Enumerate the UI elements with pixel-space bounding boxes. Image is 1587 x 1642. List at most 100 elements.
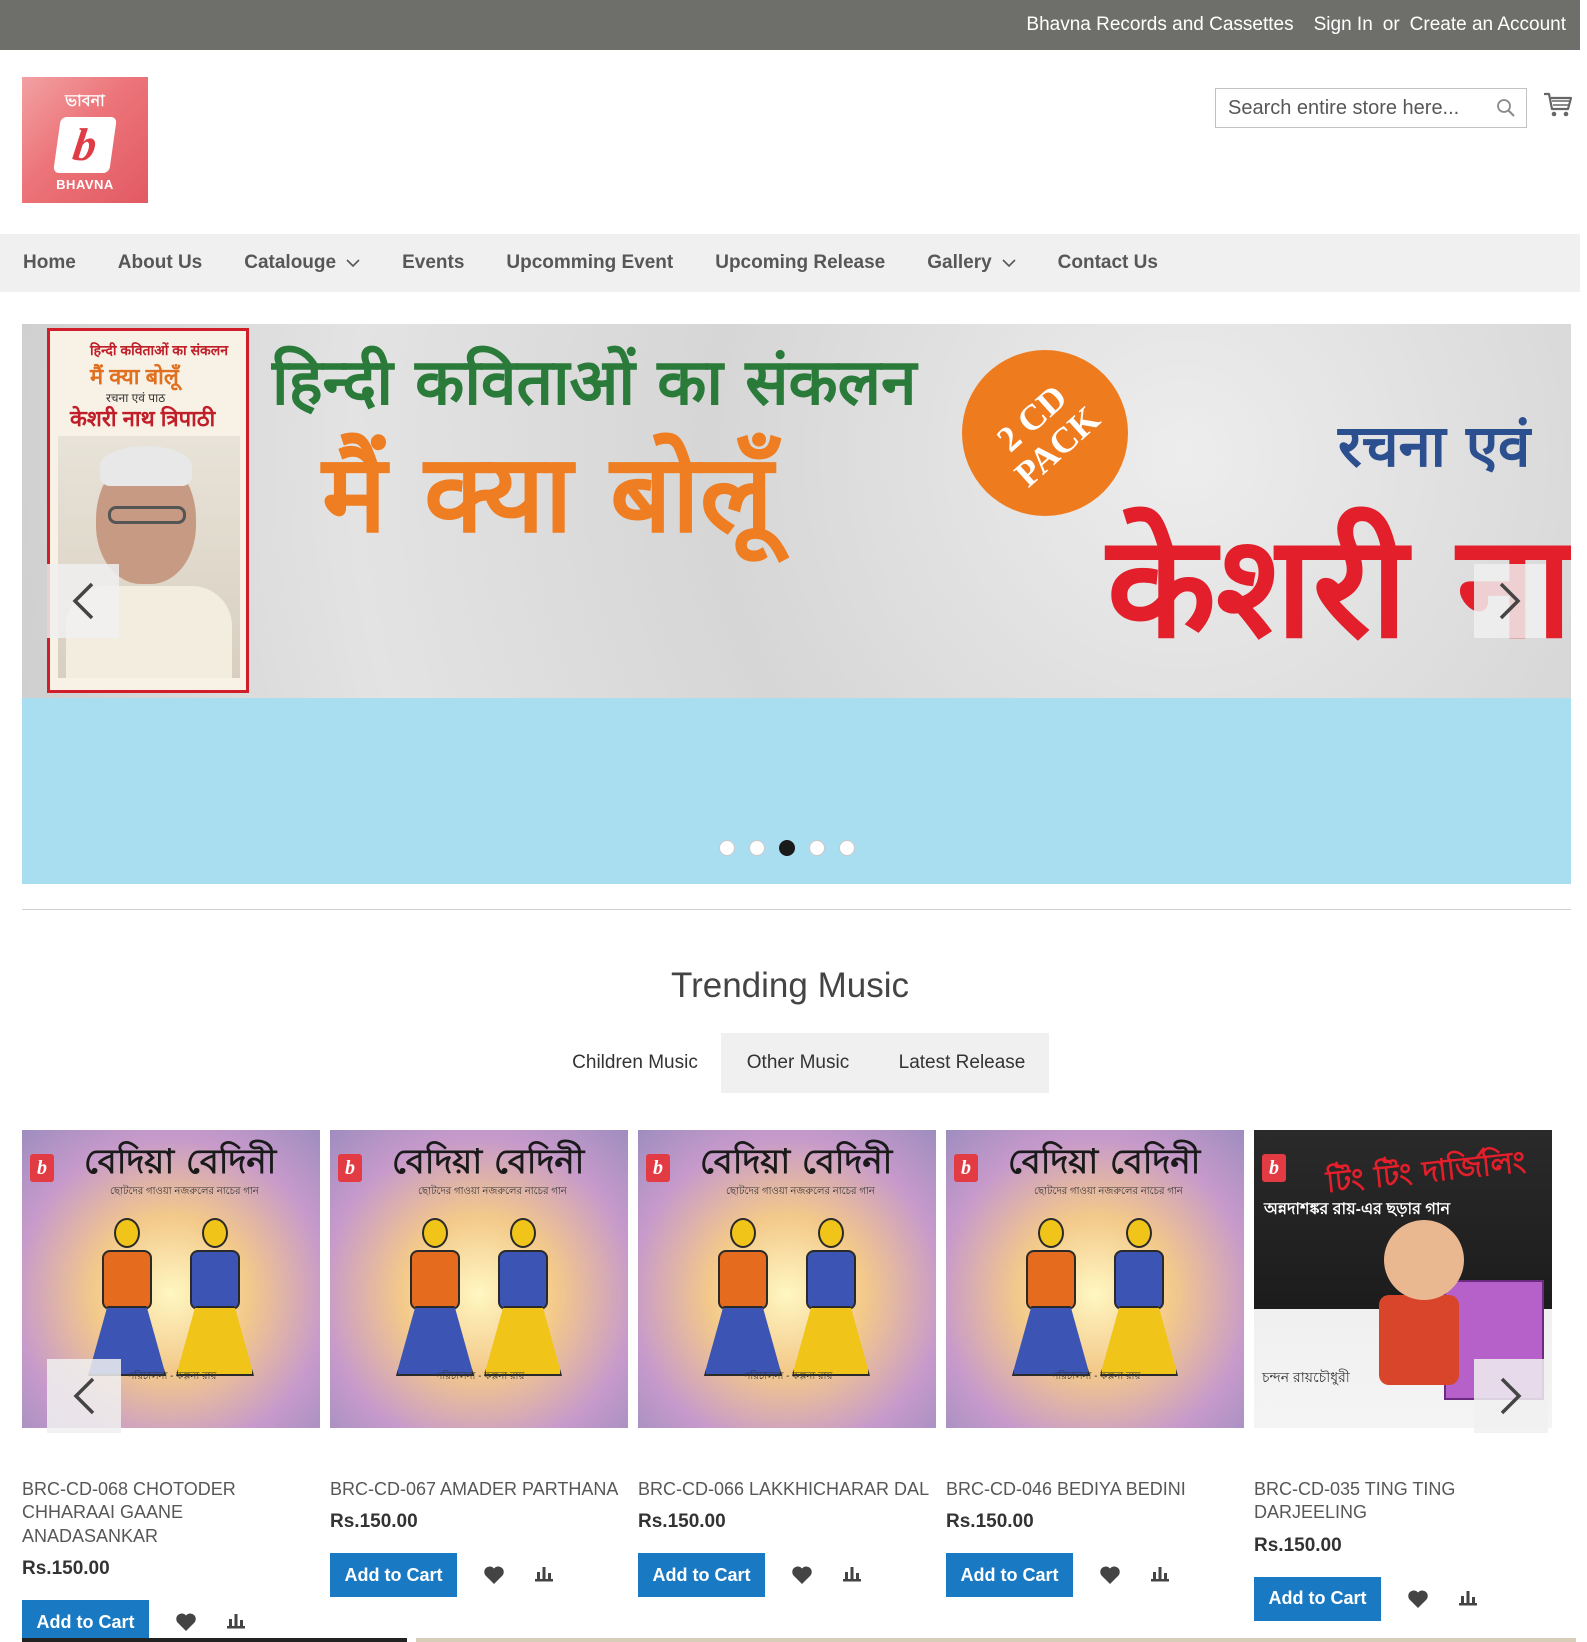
- store-logo[interactable]: ভাবনা b BHAVNA: [22, 77, 148, 203]
- nav-item-upcoming-release[interactable]: Upcoming Release: [715, 252, 885, 274]
- slider-prev-button[interactable]: [47, 564, 119, 638]
- portrait-glasses: [108, 506, 186, 524]
- nav-item-home[interactable]: Home: [23, 252, 76, 274]
- cart-icon[interactable]: [1543, 91, 1573, 119]
- product-image[interactable]: b বেদিয়া বেদিনী ছোটদের গাওয়া নজরুলের ন…: [946, 1130, 1244, 1428]
- chevron-right-icon: [1500, 1377, 1522, 1415]
- product-image[interactable]: b বেদিয়া বেদিনী ছোটদের গাওয়া নজরুলের ন…: [638, 1130, 936, 1428]
- product-name[interactable]: BRC-CD-068 CHOTODER CHHARAAI GAANE ANADA…: [22, 1478, 320, 1548]
- logo-text: BHAVNA: [56, 177, 114, 192]
- compare-icon[interactable]: [1455, 1587, 1481, 1611]
- heart-icon[interactable]: [173, 1610, 199, 1634]
- create-account-link[interactable]: Create an Account: [1410, 14, 1566, 36]
- tab-other-music[interactable]: Other Music: [721, 1033, 875, 1093]
- nav-item-catalouge[interactable]: Catalouge: [244, 252, 360, 274]
- products-prev-button[interactable]: [47, 1359, 121, 1433]
- cover-text-line: हिन्दी कविताओं का संकलन: [90, 342, 229, 358]
- nav-item-label: Catalouge: [244, 252, 337, 273]
- heart-icon[interactable]: [1405, 1587, 1431, 1611]
- welcome-message: Bhavna Records and Cassettes: [1026, 14, 1294, 35]
- section-divider: [22, 909, 1571, 910]
- products-next-button[interactable]: [1474, 1359, 1548, 1433]
- chevron-down-icon: [1002, 258, 1016, 267]
- slider-dot[interactable]: [719, 840, 735, 856]
- heart-icon[interactable]: [1097, 1563, 1123, 1587]
- nav-item-about-us[interactable]: About Us: [118, 252, 202, 274]
- product-price: Rs.150.00: [638, 1511, 726, 1533]
- product-price: Rs.150.00: [1254, 1534, 1342, 1556]
- slider-next-button[interactable]: [1474, 564, 1546, 638]
- product-card: b বেদিয়া বেদিনী ছোটদের গাওয়া নজরুলের ন…: [638, 1130, 936, 1598]
- cover-logo: b: [30, 1154, 54, 1182]
- banner-lower-band: [22, 698, 1571, 884]
- cover-credits: চন্দন রায়চৌধুরী: [1262, 1369, 1350, 1385]
- cover-subtitle: ছোটদের গাওয়া নজরুলের নাচের গান: [1034, 1186, 1183, 1197]
- chevron-right-icon: [1499, 582, 1521, 620]
- product-name[interactable]: BRC-CD-066 LAKKHICHARAR DAL: [638, 1478, 936, 1501]
- nav-item-gallery[interactable]: Gallery: [927, 252, 1016, 274]
- or-separator: or: [1382, 14, 1400, 35]
- banner-slide-image[interactable]: हिन्दी कविताओं का संकलन मैं क्या बोलूँ र…: [22, 324, 1571, 698]
- nav-item-label: Home: [23, 252, 76, 273]
- add-to-cart-button[interactable]: Add to Cart: [638, 1553, 765, 1598]
- nav-item-label: Contact Us: [1057, 252, 1158, 273]
- banner-headline: हिन्दी कविताओं का संकलन: [272, 346, 917, 420]
- cover-credits: পরিচালনা - কল্পনা রায়: [1051, 1371, 1141, 1382]
- product-name[interactable]: BRC-CD-046 BEDIYA BEDINI: [946, 1478, 1244, 1501]
- bottom-strip: [22, 1638, 407, 1642]
- heart-icon[interactable]: [481, 1563, 507, 1587]
- cover-logo: b: [1262, 1154, 1286, 1182]
- sign-in-link[interactable]: Sign In: [1314, 14, 1373, 36]
- nav-item-contact-us[interactable]: Contact Us: [1058, 252, 1158, 274]
- nav-item-upcomming-event[interactable]: Upcomming Event: [506, 252, 673, 274]
- banner-slider: हिन्दी कविताओं का संकलन मैं क्या बोलूँ र…: [22, 324, 1571, 884]
- cover-logo: b: [338, 1154, 362, 1182]
- badge-label: 2 CD PACK: [989, 376, 1108, 495]
- nav-item-label: Upcomming Event: [506, 252, 674, 273]
- nav-item-label: Upcoming Release: [715, 252, 886, 273]
- product-actions: Add to Cart: [1254, 1576, 1552, 1621]
- product-price: Rs.150.00: [946, 1511, 1034, 1533]
- search-icon[interactable]: [1493, 93, 1518, 123]
- nav-item-label: About Us: [117, 252, 203, 273]
- header-links: Bhavna Records and Cassettes Sign In or …: [1026, 0, 1566, 50]
- slider-dot[interactable]: [839, 840, 855, 856]
- product-name[interactable]: BRC-CD-035 TING TING DARJEELING: [1254, 1478, 1552, 1525]
- product-name[interactable]: BRC-CD-067 AMADER PARTHANA: [330, 1478, 628, 1501]
- compare-icon[interactable]: [1147, 1563, 1173, 1587]
- section-title: Trending Music: [671, 966, 909, 1005]
- add-to-cart-button[interactable]: Add to Cart: [1254, 1576, 1381, 1621]
- product-price: Rs.150.00: [330, 1511, 418, 1533]
- cover-subtitle: ছোটদের গাওয়া নজরুলের নাচের গান: [726, 1186, 875, 1197]
- music-tabs: Children Music Other Music Latest Releas…: [549, 1033, 1049, 1093]
- cover-text-line: मैं क्या बोलूँ: [90, 364, 179, 389]
- slider-dots: [719, 840, 855, 856]
- bottom-strip: [416, 1638, 1576, 1642]
- tab-children-music[interactable]: Children Music: [549, 1033, 721, 1093]
- chevron-left-icon: [72, 582, 94, 620]
- cover-logo: b: [646, 1154, 670, 1182]
- add-to-cart-button[interactable]: Add to Cart: [22, 1600, 149, 1642]
- heart-icon[interactable]: [789, 1563, 815, 1587]
- slider-dot[interactable]: [809, 840, 825, 856]
- product-actions: Add to Cart: [638, 1553, 936, 1598]
- search-input[interactable]: [1216, 89, 1493, 127]
- slider-dot-active[interactable]: [779, 840, 795, 856]
- top-panel: Bhavna Records and Cassettes Sign In or …: [0, 0, 1580, 50]
- product-card: b বেদিয়া বেদিনী ছোটদের গাওয়া নজরুলের ন…: [946, 1130, 1244, 1598]
- product-image[interactable]: b বেদিয়া বেদিনী ছোটদের গাওয়া নজরুলের ন…: [330, 1130, 628, 1428]
- compare-icon[interactable]: [839, 1563, 865, 1587]
- add-to-cart-button[interactable]: Add to Cart: [330, 1553, 457, 1598]
- character-head: [1384, 1220, 1464, 1300]
- tab-latest-release[interactable]: Latest Release: [875, 1033, 1049, 1093]
- logo-bengali-text: ভাবনা: [65, 93, 105, 110]
- compare-icon[interactable]: [531, 1563, 557, 1587]
- nav-item-label: Events: [402, 252, 465, 273]
- banner-album-cover: हिन्दी कविताओं का संकलन मैं क्या बोलूँ र…: [47, 328, 249, 693]
- add-to-cart-button[interactable]: Add to Cart: [946, 1553, 1073, 1598]
- compare-icon[interactable]: [223, 1610, 249, 1634]
- main-navigation: Home About Us Catalouge Events Upcomming…: [0, 234, 1580, 292]
- product-card: b বেদিয়া বেদিনী ছোটদের গাওয়া নজরুলের ন…: [330, 1130, 628, 1598]
- nav-item-events[interactable]: Events: [402, 252, 464, 274]
- slider-dot[interactable]: [749, 840, 765, 856]
